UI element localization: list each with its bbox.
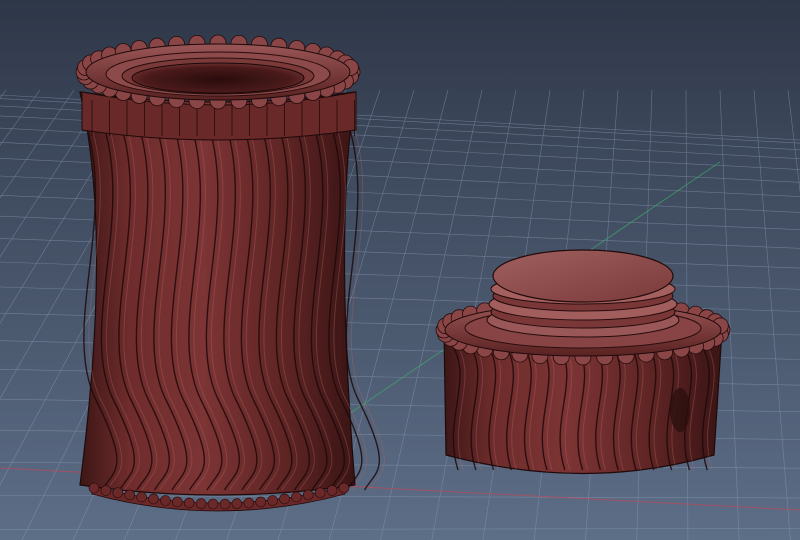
knurl-bump xyxy=(314,487,326,499)
knurl-bump xyxy=(88,482,100,494)
knurl-bump xyxy=(124,489,135,501)
knurl-bump xyxy=(279,493,290,505)
screw-cap-top-face xyxy=(492,249,674,303)
knurl-bump xyxy=(195,498,207,509)
knurl-bump xyxy=(255,496,267,508)
knurl-bump xyxy=(302,489,314,501)
container-opening xyxy=(131,62,305,94)
knurl-bump xyxy=(326,485,338,496)
knurl-bump xyxy=(160,495,171,506)
knurl-bump xyxy=(183,497,195,509)
cad-viewport[interactable] xyxy=(0,0,800,540)
knurl-bump xyxy=(243,497,255,509)
screw-cap-side-notch xyxy=(670,388,690,432)
knurl-bump xyxy=(172,496,183,508)
knurl-bump xyxy=(136,491,147,503)
knurl-bump xyxy=(207,498,219,510)
knurl-bump xyxy=(231,498,243,509)
container-body[interactable] xyxy=(75,34,385,512)
knurl-bump xyxy=(338,482,350,494)
knurl-bump xyxy=(148,493,159,505)
knurl-bump xyxy=(219,498,231,510)
knurl-bump xyxy=(291,491,302,503)
cad-scene[interactable] xyxy=(0,0,800,540)
knurl-bump xyxy=(267,495,278,506)
knurl-bump xyxy=(100,485,112,496)
knurl-bump xyxy=(112,487,124,499)
